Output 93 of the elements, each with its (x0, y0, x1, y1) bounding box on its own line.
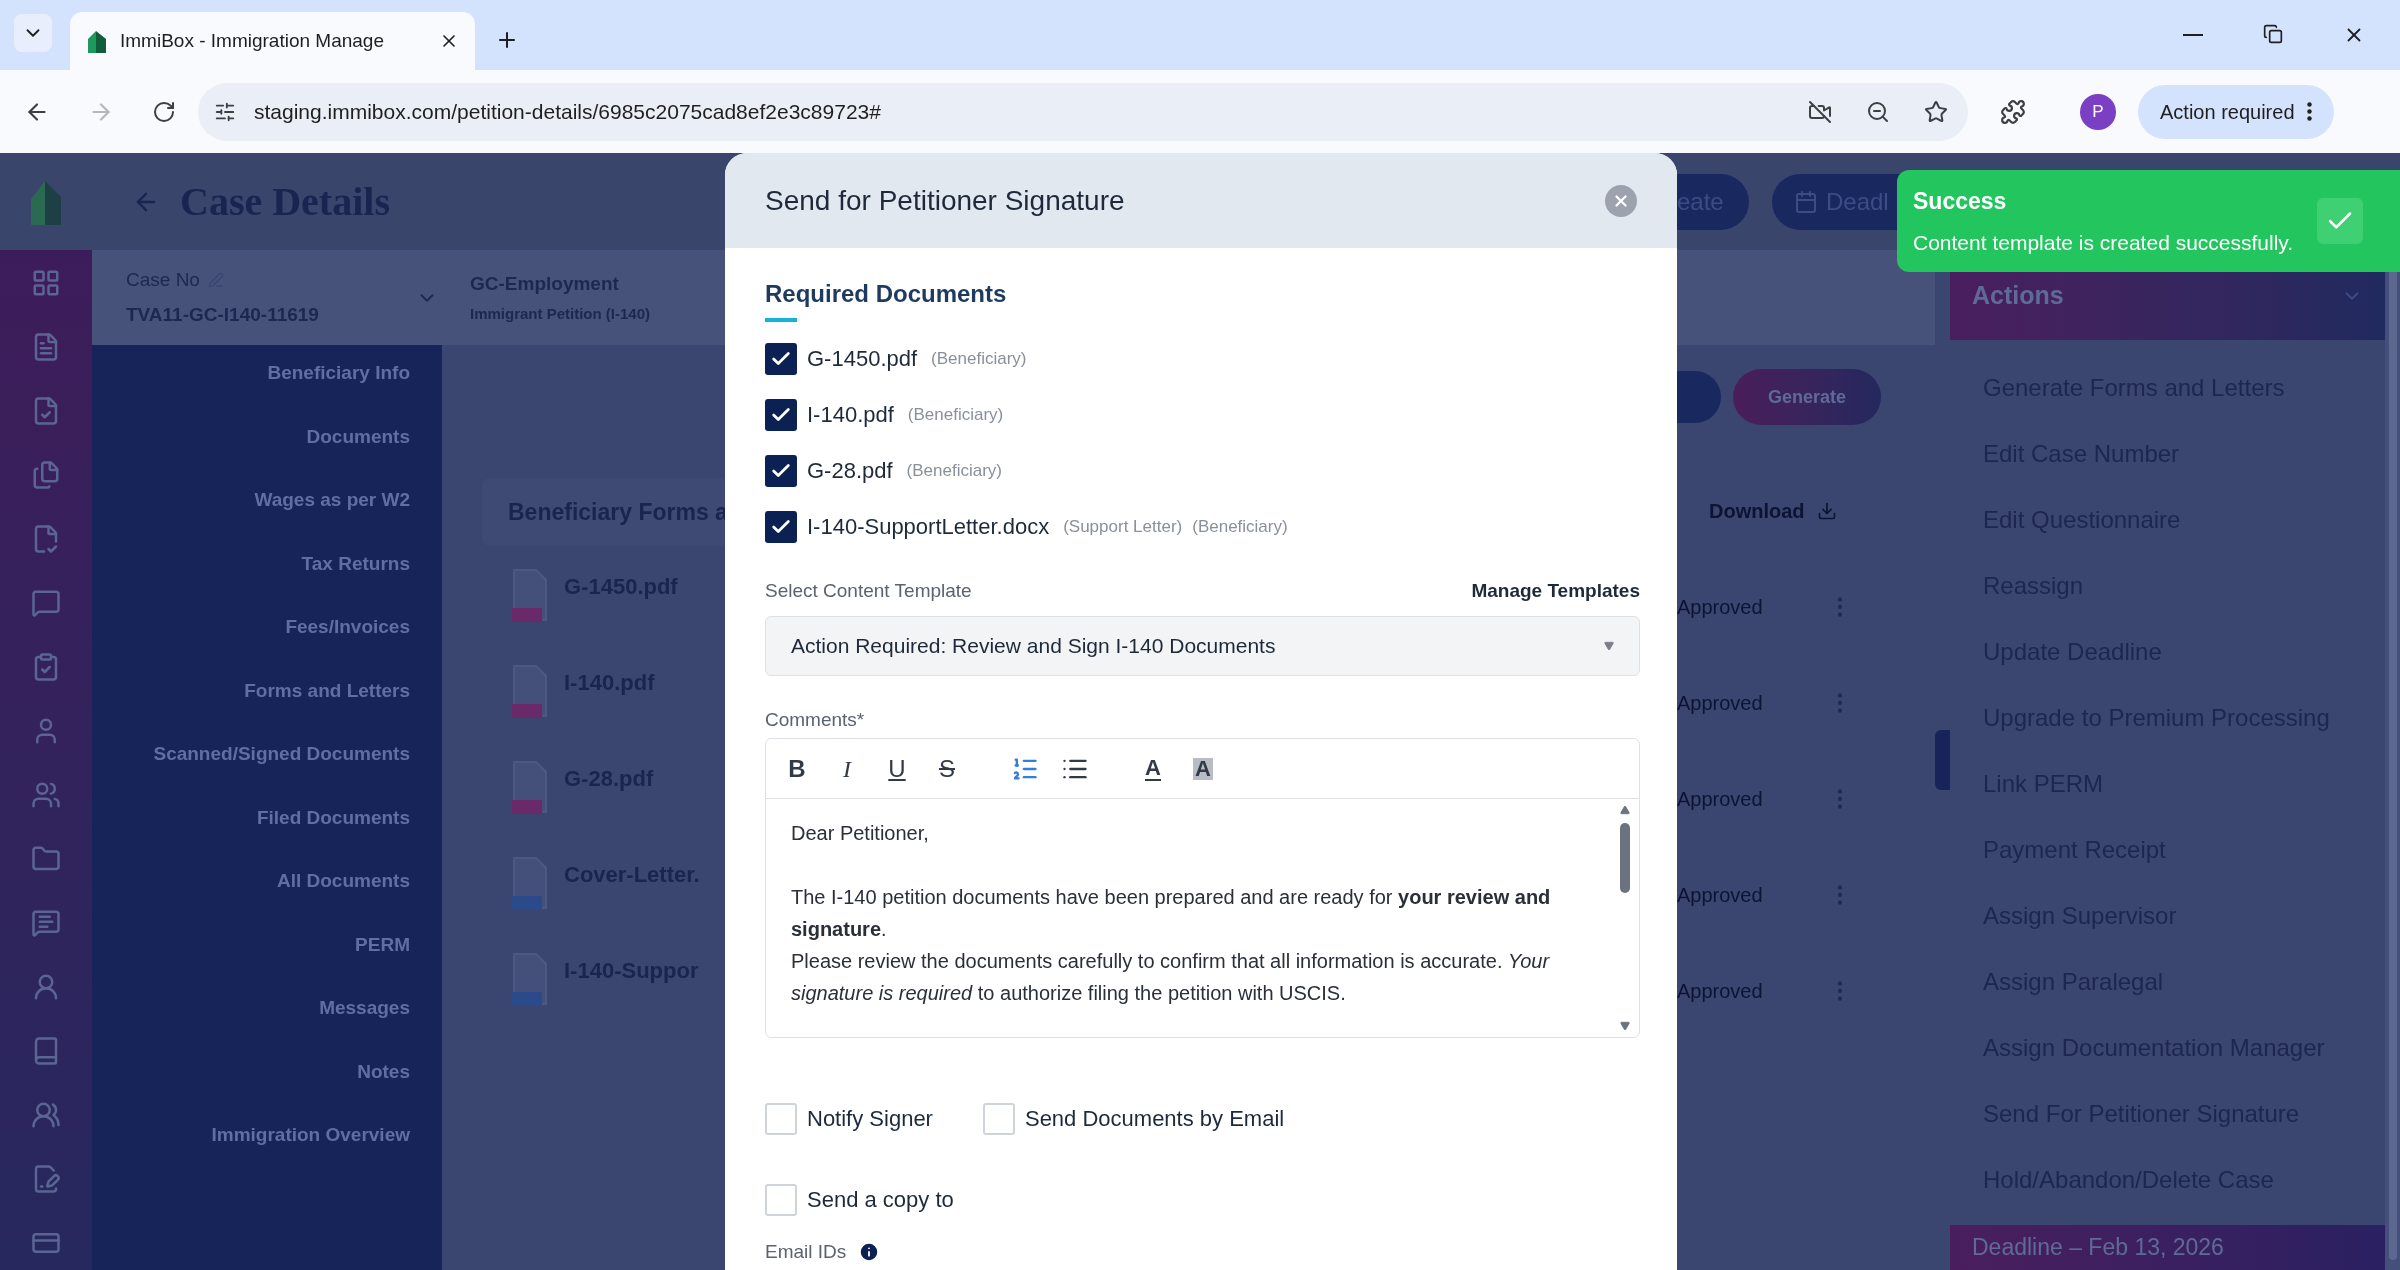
status-text: Approved (1677, 691, 1764, 716)
status-text: Approved (1677, 595, 1764, 620)
status-text: Approved (1677, 979, 1764, 1004)
dropdown-icon (1604, 640, 1614, 651)
strike-button[interactable]: S (929, 748, 965, 789)
star-icon (1924, 99, 1948, 124)
comment-paragraph: Dear Petitioner, (791, 821, 930, 846)
address-bar[interactable]: staging.immibox.com/petition-details/6985c2075cad8ef2e3c89723# (198, 82, 1968, 141)
nav-item[interactable]: Beneficiary Info (267, 359, 410, 388)
document-name: G-1450.pdf (807, 345, 918, 373)
checkbox[interactable] (765, 1102, 797, 1135)
people-icon[interactable] (31, 780, 61, 810)
nav-item[interactable]: PERM (355, 930, 410, 959)
message-icon[interactable] (31, 908, 61, 938)
status-text: Approved (1677, 787, 1764, 812)
checkbox[interactable] (765, 1183, 797, 1216)
option-label: Send a copy to (807, 1186, 954, 1214)
reload-icon (152, 99, 176, 124)
checkbox[interactable] (765, 398, 797, 431)
panel-toggle[interactable] (1935, 730, 1950, 790)
deadline-text: Deadline – Feb 13, 2026 (1972, 1233, 2224, 1263)
camera-off-icon (1808, 99, 1832, 124)
more-icon (2306, 102, 2312, 121)
scrollbar-thumb[interactable] (1620, 823, 1630, 893)
nav-item[interactable]: Forms and Letters (244, 676, 410, 705)
grid-icon[interactable] (31, 268, 61, 298)
option-label: Send Documents by Email (1024, 1105, 1285, 1133)
manage-templates-link[interactable]: Manage Templates (1471, 577, 1640, 606)
nav-item[interactable]: Tax Returns (301, 549, 410, 578)
comment-paragraph: Please review the documents carefully to confirm that all information is accurate. Your signature is required to authorize filing the petition with USCIS. (791, 949, 1551, 1006)
tab-list-button[interactable] (14, 14, 52, 52)
italic-button[interactable]: I (829, 748, 865, 789)
calendar-icon (1793, 189, 1818, 214)
info-icon (858, 1241, 881, 1264)
option-label: Notify Signer (807, 1105, 933, 1133)
people-icon[interactable] (31, 1100, 61, 1130)
checkbox[interactable] (765, 342, 797, 375)
scroll-up-icon (1620, 805, 1630, 815)
comment-paragraph: The I-140 petition documents have been prepared and are ready for your review and signature. (791, 885, 1552, 942)
profile-avatar[interactable]: P (2080, 93, 2116, 130)
app-logo-icon (29, 178, 63, 225)
document-tag: (Beneficiary) (931, 345, 1027, 372)
document-name: I-140.pdf (807, 401, 894, 429)
comment-editor[interactable] (765, 738, 1640, 1038)
scroll-down-icon (1620, 1021, 1630, 1031)
field-label: Select Content Template (765, 579, 972, 603)
field-label: Comments* (765, 707, 866, 732)
zoom-out-icon (1866, 99, 1890, 124)
document-tag: (Beneficiary) (906, 457, 1003, 484)
document-name: I-140-SupportLetter.docx (807, 513, 1050, 541)
browser-tab[interactable]: ImmiBox - Immigration Manage (70, 12, 475, 70)
highlight-button[interactable]: A (1185, 748, 1221, 789)
generate-button[interactable]: Generate (1733, 369, 1881, 425)
document-tag: (Beneficiary) (907, 401, 1004, 428)
section-title: Required Documents (765, 279, 1007, 309)
document-tag: (Support Letter) (1063, 513, 1183, 540)
nav-item[interactable]: Documents (306, 422, 410, 451)
checkbox[interactable] (765, 454, 797, 487)
chat-icon[interactable] (31, 588, 61, 618)
action-required-button[interactable]: Action required (2138, 84, 2334, 139)
status-text: Approved (1677, 883, 1764, 908)
nav-item[interactable]: Fees/Invoices (285, 613, 410, 642)
template-select[interactable]: Action Required: Review and Sign I-140 Documents (765, 615, 1640, 676)
nav-item[interactable]: Messages (319, 994, 410, 1023)
nav-item[interactable]: Filed Documents (256, 803, 410, 832)
site-info-icon (214, 100, 236, 123)
nav-item[interactable]: Immigration Overview (211, 1121, 410, 1150)
nav-item[interactable]: All Documents (276, 867, 410, 896)
checkbox[interactable] (982, 1102, 1015, 1135)
actions-title: Actions (1972, 280, 2064, 312)
checkbox[interactable] (765, 510, 797, 543)
nav-item[interactable]: Notes (357, 1057, 410, 1086)
document-tag: (Beneficiary) (1192, 513, 1288, 540)
nav-item[interactable]: Scanned/Signed Documents (153, 740, 410, 769)
app-logo-icon (86, 29, 108, 53)
restore-icon (2263, 24, 2283, 44)
extensions-icon (2000, 98, 2026, 125)
check-icon (2317, 198, 2364, 244)
underline-button[interactable]: U (879, 748, 915, 789)
bold-button[interactable]: B (779, 748, 815, 789)
files-icon[interactable] (31, 460, 61, 490)
field-label: Email IDs (765, 1240, 847, 1264)
download-icon (1816, 501, 1837, 521)
document-name: G-28.pdf (807, 457, 893, 485)
tab-title: ImmiBox - Immigration Manage (120, 28, 385, 53)
nav-item[interactable]: Wages as per W2 (254, 486, 410, 515)
url-text: staging.immibox.com/petition-details/6985c2075cad8ef2e3c89723# (254, 98, 881, 125)
close-button[interactable] (1605, 184, 1637, 217)
download-button[interactable]: Download (1709, 496, 1837, 526)
partial-button[interactable] (1677, 371, 1721, 423)
toast-title: Success (1913, 187, 2008, 216)
font-color-button[interactable]: A (1135, 748, 1171, 789)
dialog-title: Send for Petitioner Signature (765, 183, 1125, 218)
